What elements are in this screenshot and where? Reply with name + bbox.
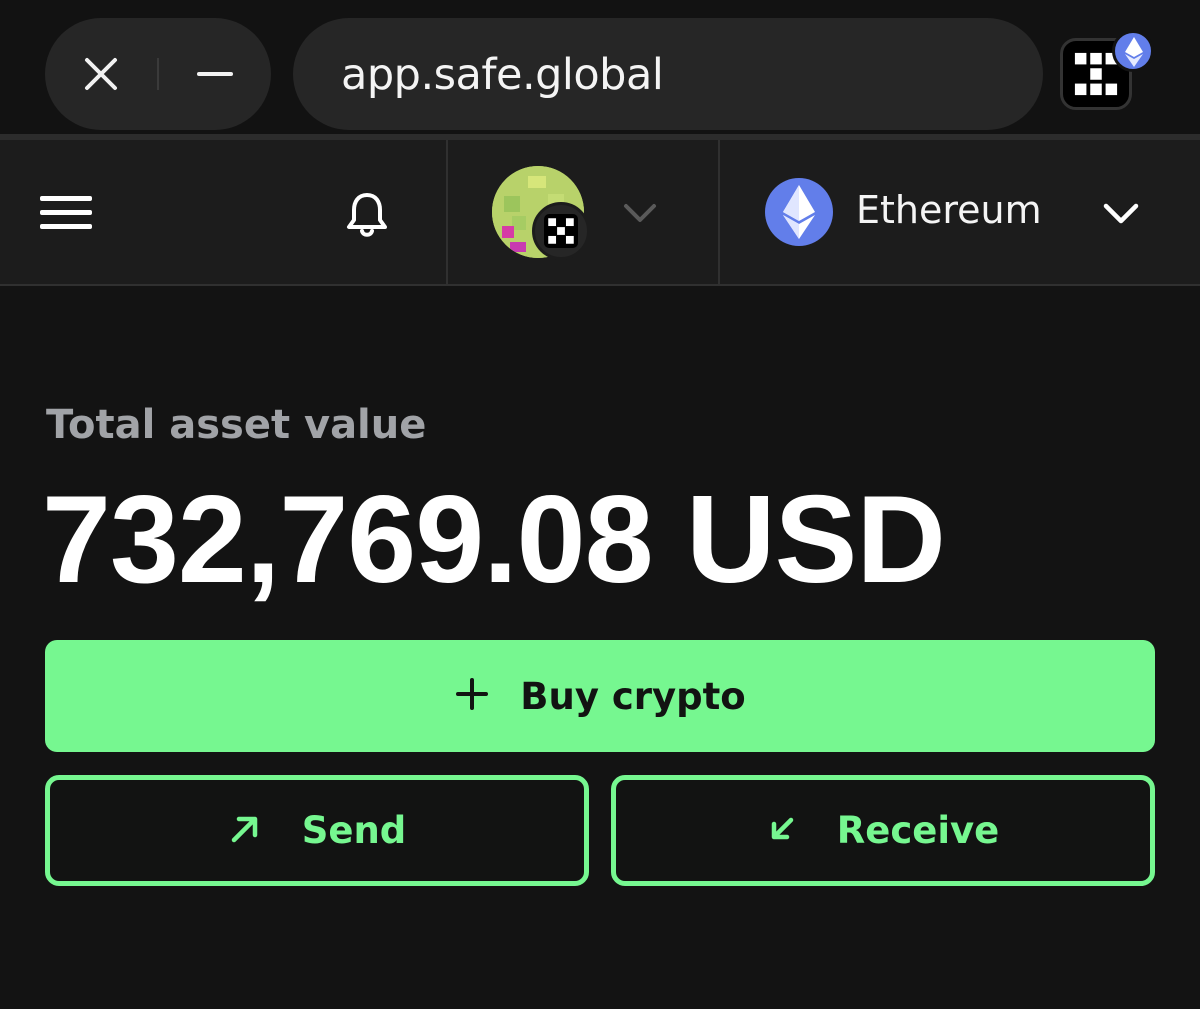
total-asset-value: 732,769.08 USD	[42, 471, 946, 609]
chevron-down-icon[interactable]	[622, 200, 658, 230]
bell-icon[interactable]	[344, 190, 390, 240]
hamburger-menu-icon[interactable]	[40, 196, 94, 230]
browser-toolbar: app.safe.global	[0, 0, 1200, 134]
chevron-down-icon[interactable]	[1102, 200, 1140, 230]
receive-label: Receive	[836, 809, 1000, 852]
window-controls	[45, 18, 271, 130]
network-name[interactable]: Ethereum	[856, 188, 1042, 232]
ethereum-icon[interactable]	[765, 178, 833, 246]
address-bar[interactable]: app.safe.global	[293, 18, 1043, 130]
header-divider	[446, 140, 448, 286]
account-selector[interactable]	[492, 166, 592, 266]
minimize-icon[interactable]	[183, 42, 247, 106]
controls-divider	[157, 58, 159, 90]
receive-button[interactable]: Receive	[611, 775, 1155, 886]
total-asset-label: Total asset value	[46, 402, 427, 448]
ethereum-badge-icon	[1112, 30, 1154, 72]
wallet-badge-icon	[532, 202, 590, 260]
url-text: app.safe.global	[341, 50, 664, 100]
header-divider	[718, 140, 720, 286]
send-label: Send	[301, 809, 407, 852]
close-icon[interactable]	[69, 42, 133, 106]
arrow-up-right-icon	[228, 812, 262, 850]
arrow-down-left-icon	[767, 814, 797, 848]
buy-crypto-label: Buy crypto	[520, 674, 746, 718]
send-button[interactable]: Send	[45, 775, 589, 886]
plus-icon	[454, 676, 490, 716]
buy-crypto-button[interactable]: Buy crypto	[45, 640, 1155, 752]
